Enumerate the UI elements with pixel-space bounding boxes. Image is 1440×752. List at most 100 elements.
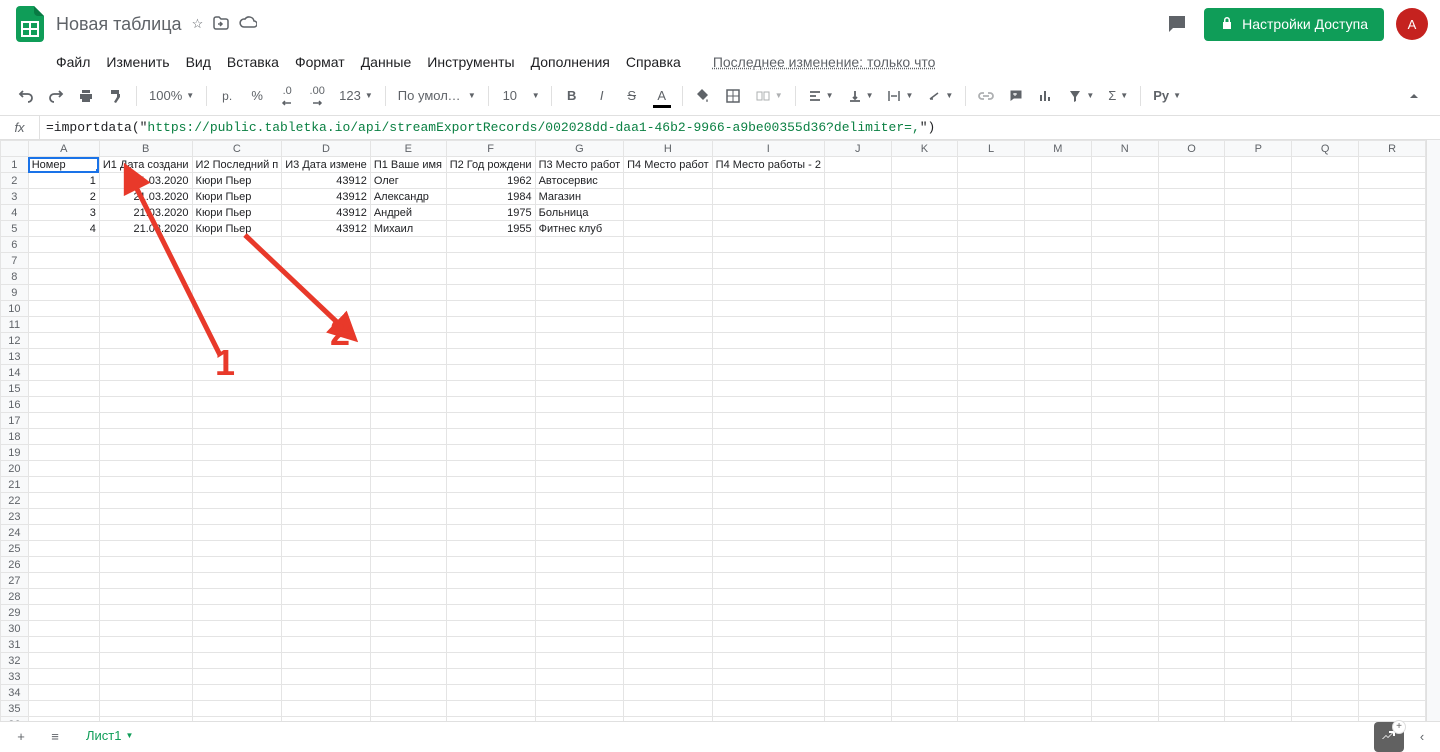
cell-A10[interactable] <box>28 301 99 317</box>
cell-L19[interactable] <box>958 445 1025 461</box>
cell-A11[interactable] <box>28 317 99 333</box>
cell-A2[interactable]: 1 <box>28 173 99 189</box>
cell-P15[interactable] <box>1225 381 1292 397</box>
cell-K26[interactable] <box>891 557 958 573</box>
cell-B7[interactable] <box>99 253 192 269</box>
cell-F22[interactable] <box>446 493 535 509</box>
cell-D29[interactable] <box>282 605 371 621</box>
cell-B15[interactable] <box>99 381 192 397</box>
cell-E9[interactable] <box>370 285 446 301</box>
cell-K31[interactable] <box>891 637 958 653</box>
cell-P2[interactable] <box>1225 173 1292 189</box>
cell-N30[interactable] <box>1091 621 1158 637</box>
cell-B28[interactable] <box>99 589 192 605</box>
cell-J14[interactable] <box>824 365 891 381</box>
paint-format-button[interactable] <box>102 82 130 110</box>
col-header-H[interactable]: H <box>624 141 713 157</box>
row-header-12[interactable]: 12 <box>1 333 29 349</box>
cell-F25[interactable] <box>446 541 535 557</box>
cell-D25[interactable] <box>282 541 371 557</box>
cell-D11[interactable] <box>282 317 371 333</box>
cell-C2[interactable]: Кюри Пьер <box>192 173 282 189</box>
cell-I25[interactable] <box>712 541 824 557</box>
cell-E24[interactable] <box>370 525 446 541</box>
chart-button[interactable] <box>1032 82 1060 110</box>
cell-K10[interactable] <box>891 301 958 317</box>
cell-I11[interactable] <box>712 317 824 333</box>
cell-E26[interactable] <box>370 557 446 573</box>
cell-M21[interactable] <box>1024 477 1091 493</box>
cell-M12[interactable] <box>1024 333 1091 349</box>
cell-H5[interactable] <box>624 221 713 237</box>
cell-M13[interactable] <box>1024 349 1091 365</box>
cell-Q19[interactable] <box>1292 445 1359 461</box>
cell-N12[interactable] <box>1091 333 1158 349</box>
row-header-33[interactable]: 33 <box>1 669 29 685</box>
cell-E16[interactable] <box>370 397 446 413</box>
cell-N4[interactable] <box>1091 205 1158 221</box>
col-header-Q[interactable]: Q <box>1292 141 1359 157</box>
cell-R4[interactable] <box>1359 205 1426 221</box>
cell-N21[interactable] <box>1091 477 1158 493</box>
cell-G26[interactable] <box>535 557 624 573</box>
cell-D6[interactable] <box>282 237 371 253</box>
cell-E31[interactable] <box>370 637 446 653</box>
cell-F10[interactable] <box>446 301 535 317</box>
cell-I7[interactable] <box>712 253 824 269</box>
cell-H15[interactable] <box>624 381 713 397</box>
cell-R20[interactable] <box>1359 461 1426 477</box>
cell-A15[interactable] <box>28 381 99 397</box>
cell-Q9[interactable] <box>1292 285 1359 301</box>
cell-J21[interactable] <box>824 477 891 493</box>
cell-A21[interactable] <box>28 477 99 493</box>
sheet-scroll[interactable]: ABCDEFGHIJKLMNOPQR1НомерИ1 Дата созданиИ… <box>0 140 1426 721</box>
row-header-23[interactable]: 23 <box>1 509 29 525</box>
cell-E30[interactable] <box>370 621 446 637</box>
sheet-tab-1[interactable]: Лист1▼ <box>76 724 143 749</box>
cell-G1[interactable]: П3 Место работ <box>535 157 624 173</box>
cell-M31[interactable] <box>1024 637 1091 653</box>
cell-D17[interactable] <box>282 413 371 429</box>
row-header-11[interactable]: 11 <box>1 317 29 333</box>
cell-Q33[interactable] <box>1292 669 1359 685</box>
cell-M1[interactable] <box>1024 157 1091 173</box>
cell-L20[interactable] <box>958 461 1025 477</box>
move-icon[interactable] <box>213 16 229 33</box>
cell-H16[interactable] <box>624 397 713 413</box>
cell-H18[interactable] <box>624 429 713 445</box>
cell-G28[interactable] <box>535 589 624 605</box>
cell-E22[interactable] <box>370 493 446 509</box>
cell-R33[interactable] <box>1359 669 1426 685</box>
cell-F14[interactable] <box>446 365 535 381</box>
cell-C7[interactable] <box>192 253 282 269</box>
menu-data[interactable]: Данные <box>361 54 412 70</box>
cell-C24[interactable] <box>192 525 282 541</box>
cell-Q20[interactable] <box>1292 461 1359 477</box>
col-header-F[interactable]: F <box>446 141 535 157</box>
row-header-22[interactable]: 22 <box>1 493 29 509</box>
cell-O31[interactable] <box>1158 637 1225 653</box>
cell-I2[interactable] <box>712 173 824 189</box>
cell-O14[interactable] <box>1158 365 1225 381</box>
cell-F15[interactable] <box>446 381 535 397</box>
cell-A26[interactable] <box>28 557 99 573</box>
row-header-25[interactable]: 25 <box>1 541 29 557</box>
cell-G35[interactable] <box>535 701 624 717</box>
cell-N17[interactable] <box>1091 413 1158 429</box>
cell-K14[interactable] <box>891 365 958 381</box>
cell-J35[interactable] <box>824 701 891 717</box>
cell-L34[interactable] <box>958 685 1025 701</box>
cell-J33[interactable] <box>824 669 891 685</box>
cell-D31[interactable] <box>282 637 371 653</box>
cell-M24[interactable] <box>1024 525 1091 541</box>
cell-I20[interactable] <box>712 461 824 477</box>
cell-G10[interactable] <box>535 301 624 317</box>
cell-C29[interactable] <box>192 605 282 621</box>
cell-B25[interactable] <box>99 541 192 557</box>
cell-J30[interactable] <box>824 621 891 637</box>
cell-P27[interactable] <box>1225 573 1292 589</box>
cell-H20[interactable] <box>624 461 713 477</box>
cell-M10[interactable] <box>1024 301 1091 317</box>
cell-K20[interactable] <box>891 461 958 477</box>
cell-L15[interactable] <box>958 381 1025 397</box>
